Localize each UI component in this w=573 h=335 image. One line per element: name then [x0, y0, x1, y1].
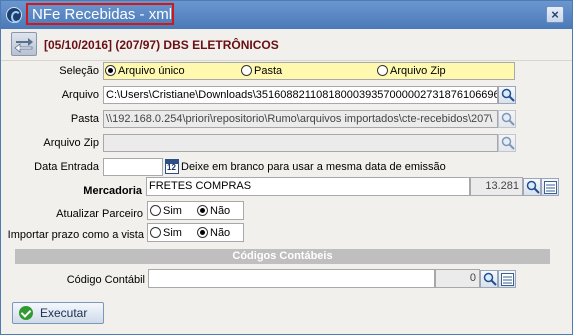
- data-entrada-label: Data Entrada: [34, 161, 99, 173]
- check-icon: [19, 306, 33, 320]
- arquivo-zip-label: Arquivo Zip: [43, 137, 99, 149]
- arquivo-zip-input[interactable]: [103, 134, 498, 152]
- codigo-contabil-label: Código Contábil: [66, 274, 145, 286]
- radio-pasta[interactable]: Pasta: [241, 65, 282, 78]
- app-logo-icon: [6, 7, 22, 23]
- search-icon: [501, 88, 515, 102]
- radio-atualizar-sim[interactable]: Sim: [150, 205, 182, 218]
- list-icon: [544, 181, 557, 194]
- search-icon: [526, 180, 540, 194]
- arquivo-input[interactable]: C:\Users\Cristiane\Downloads\35160882110…: [103, 86, 498, 104]
- radio-button[interactable]: [197, 227, 208, 238]
- calendar-icon[interactable]: 12: [165, 159, 179, 174]
- radio-label: Sim: [163, 205, 182, 217]
- mercadoria-label: Mercadoria: [83, 185, 142, 197]
- mercadoria-code: 13.281: [470, 177, 523, 196]
- swap-arrows-icon: [14, 38, 33, 53]
- radio-button[interactable]: [377, 65, 388, 76]
- radio-label: Arquivo único: [118, 65, 185, 77]
- codigo-contabil-code: 0: [435, 269, 480, 288]
- header-info-text: [05/10/2016] (207/97) DBS ELETRÔNICOS: [44, 38, 279, 52]
- codigo-contabil-input[interactable]: [148, 269, 435, 288]
- executar-button[interactable]: Executar: [12, 302, 104, 324]
- data-entrada-hint: Deixe em branco para usar a mesma data d…: [181, 161, 446, 173]
- executar-label: Executar: [40, 306, 88, 320]
- atualizar-parceiro-label: Atualizar Parceiro: [56, 208, 143, 220]
- radio-arquivo-zip[interactable]: Arquivo Zip: [377, 65, 446, 78]
- arquivo-label: Arquivo: [61, 89, 99, 101]
- selecao-label: Seleção: [59, 65, 99, 77]
- list-icon: [501, 273, 514, 286]
- search-icon: [501, 112, 515, 126]
- radio-button[interactable]: [241, 65, 252, 76]
- arquivo-zip-search-button[interactable]: [498, 134, 516, 152]
- mercadoria-input[interactable]: FRETES COMPRAS: [146, 177, 470, 196]
- radio-button[interactable]: [197, 205, 208, 216]
- radio-importar-nao[interactable]: Não: [197, 227, 230, 240]
- mercadoria-search-button[interactable]: [523, 178, 541, 196]
- swap-arrows-button[interactable]: [11, 32, 37, 56]
- radio-label: Não: [210, 205, 231, 217]
- codigos-contabeis-header: Códigos Contábeis: [15, 249, 550, 264]
- search-icon: [483, 272, 497, 286]
- codigo-contabil-search-button[interactable]: [480, 270, 498, 288]
- codigo-contabil-list-button[interactable]: [498, 270, 516, 288]
- nfe-dialog-window: NFe Recebidas - xml × [05/10/2016] (207/…: [0, 0, 573, 335]
- radio-label: Arquivo Zip: [390, 65, 446, 77]
- radio-importar-sim[interactable]: Sim: [150, 227, 182, 240]
- window-title: NFe Recebidas - xml: [32, 6, 173, 23]
- search-icon: [501, 136, 515, 150]
- close-button[interactable]: ×: [546, 6, 564, 23]
- calendar-day: 12: [167, 163, 176, 172]
- radio-arquivo-unico[interactable]: Arquivo único: [105, 65, 185, 78]
- pasta-search-button[interactable]: [498, 110, 516, 128]
- title-bar[interactable]: NFe Recebidas - xml ×: [1, 1, 572, 29]
- radio-button[interactable]: [150, 227, 161, 238]
- arquivo-search-button[interactable]: [498, 86, 516, 104]
- pasta-label: Pasta: [70, 113, 99, 125]
- header-bar: [05/10/2016] (207/97) DBS ELETRÔNICOS: [1, 29, 572, 61]
- radio-label: Pasta: [254, 65, 283, 77]
- radio-button[interactable]: [150, 205, 161, 216]
- radio-button[interactable]: [105, 65, 116, 76]
- mercadoria-list-button[interactable]: [541, 178, 559, 196]
- data-entrada-input[interactable]: [103, 158, 163, 176]
- importar-prazo-label: Importar prazo como a vista: [7, 229, 144, 241]
- radio-label: Não: [210, 227, 231, 239]
- pasta-input[interactable]: \\192.168.0.254\priori\repositorio\Rumo\…: [103, 110, 498, 128]
- radio-label: Sim: [163, 227, 182, 239]
- radio-atualizar-nao[interactable]: Não: [197, 205, 230, 218]
